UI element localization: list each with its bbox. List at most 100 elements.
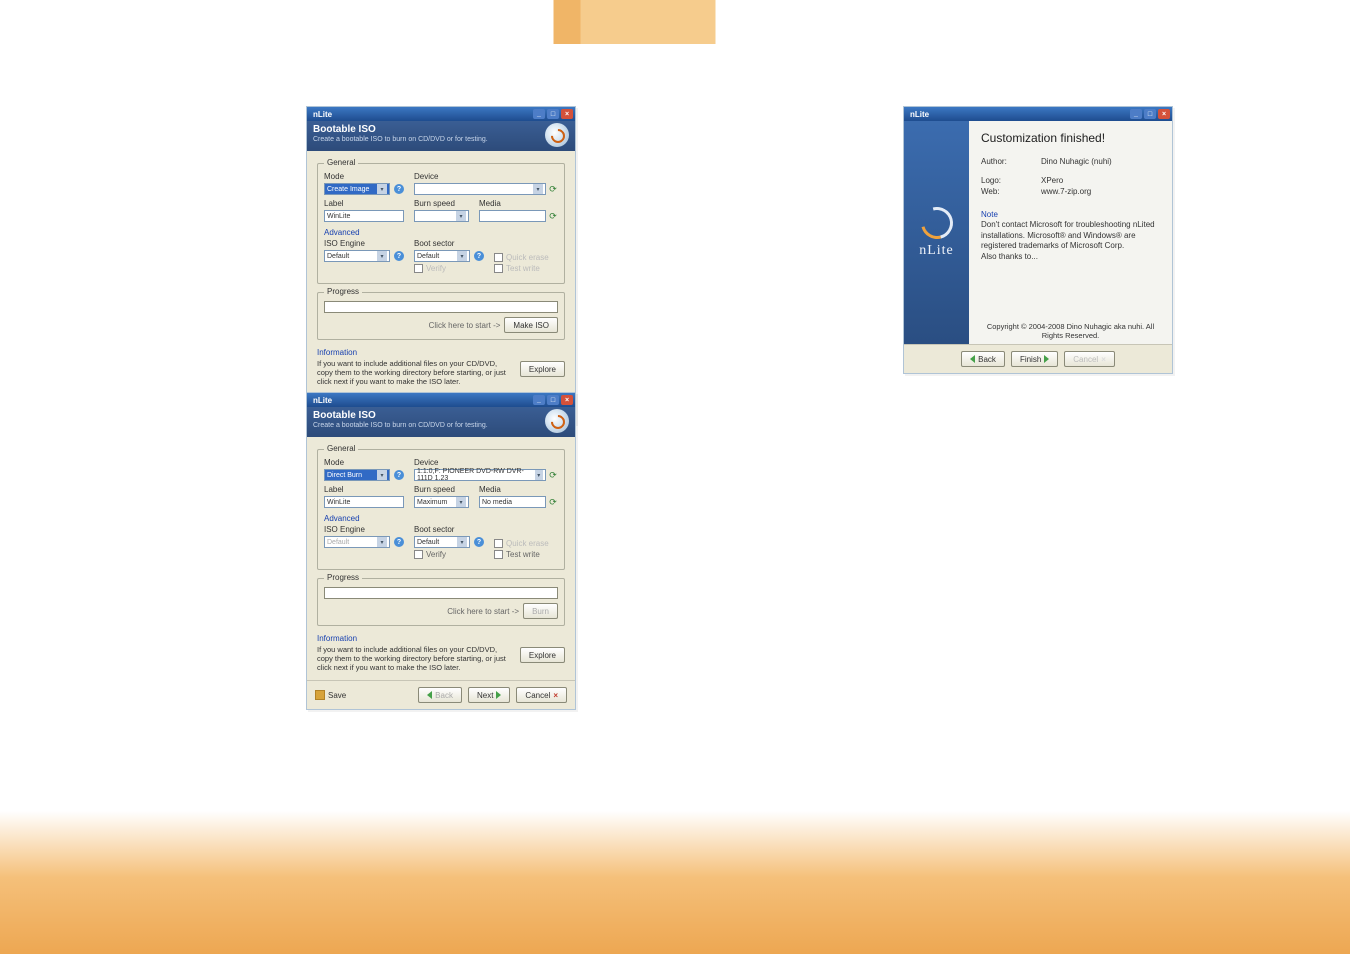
titlebar: nLite _ □ × bbox=[307, 393, 575, 407]
quick-erase-checkbox bbox=[494, 539, 503, 548]
maximize-button[interactable]: □ bbox=[547, 395, 559, 405]
boot-sector-dropdown[interactable]: Default▾ bbox=[414, 536, 470, 548]
help-icon[interactable]: ? bbox=[474, 251, 484, 261]
window-title: nLite bbox=[313, 396, 332, 405]
finish-button[interactable]: Finish bbox=[1011, 351, 1058, 367]
quick-erase-label: Quick erase bbox=[506, 253, 549, 262]
help-icon[interactable]: ? bbox=[394, 470, 404, 480]
information-legend: Information bbox=[317, 634, 565, 643]
burn-speed-dropdown[interactable]: Maximum▾ bbox=[414, 496, 469, 508]
mode-label: Mode bbox=[324, 458, 404, 467]
advanced-legend: Advanced bbox=[324, 228, 558, 237]
explore-button[interactable]: Explore bbox=[520, 361, 565, 377]
information-group: Information If you want to include addit… bbox=[317, 634, 565, 672]
note-heading: Note bbox=[981, 210, 1160, 220]
label-field[interactable]: WinLite bbox=[324, 496, 404, 508]
header-subtitle: Create a bootable ISO to burn on CD/DVD … bbox=[313, 136, 488, 143]
verify-checkbox[interactable] bbox=[414, 550, 423, 559]
help-icon[interactable]: ? bbox=[394, 184, 404, 194]
label-label: Label bbox=[324, 485, 404, 494]
progress-hint: Click here to start -> bbox=[447, 607, 519, 616]
close-button[interactable]: × bbox=[1158, 109, 1170, 119]
progress-hint: Click here to start -> bbox=[429, 321, 501, 330]
next-button[interactable]: Next bbox=[468, 687, 510, 703]
nlite-create-image-window: nLite _ □ × Bootable ISO Create a bootab… bbox=[306, 106, 576, 424]
verify-checkbox bbox=[414, 264, 423, 273]
test-write-checkbox[interactable] bbox=[494, 550, 503, 559]
information-group: Information If you want to include addit… bbox=[317, 348, 565, 386]
progress-group: Progress Click here to start -> Burn bbox=[317, 578, 565, 626]
media-label: Media bbox=[479, 485, 558, 494]
logo-value: XPero bbox=[1041, 176, 1063, 185]
cancel-button[interactable]: Cancel× bbox=[516, 687, 567, 703]
side-banner: nLite bbox=[904, 121, 969, 344]
explore-button[interactable]: Explore bbox=[520, 647, 565, 663]
mode-dropdown[interactable]: Direct Burn▾ bbox=[324, 469, 390, 481]
minimize-button[interactable]: _ bbox=[533, 109, 545, 119]
make-iso-button[interactable]: Make ISO bbox=[504, 317, 558, 333]
refresh-icon[interactable]: ⟳ bbox=[548, 470, 558, 480]
completion-title: Customization finished! bbox=[981, 131, 1160, 145]
test-write-label: Test write bbox=[506, 264, 540, 273]
back-button[interactable]: Back bbox=[961, 351, 1005, 367]
save-icon bbox=[315, 690, 325, 700]
progress-legend: Progress bbox=[324, 287, 362, 296]
minimize-button[interactable]: _ bbox=[1130, 109, 1142, 119]
iso-engine-label: ISO Engine bbox=[324, 525, 404, 534]
maximize-button[interactable]: □ bbox=[547, 109, 559, 119]
information-text: If you want to include additional files … bbox=[317, 359, 514, 386]
verify-label: Verify bbox=[426, 264, 446, 273]
titlebar: nLite _ □ × bbox=[904, 107, 1172, 121]
web-value: www.7-zip.org bbox=[1041, 187, 1091, 196]
device-label: Device bbox=[414, 458, 558, 467]
save-button[interactable]: Save bbox=[328, 691, 346, 700]
burn-speed-dropdown[interactable]: ▾ bbox=[414, 210, 469, 222]
media-label: Media bbox=[479, 199, 558, 208]
iso-engine-label: ISO Engine bbox=[324, 239, 404, 248]
media-field: No media bbox=[479, 496, 546, 508]
top-decorative-band bbox=[0, 0, 1350, 44]
refresh-icon[interactable]: ⟳ bbox=[548, 184, 558, 194]
iso-engine-dropdown: Default▾ bbox=[324, 536, 390, 548]
help-icon[interactable]: ? bbox=[394, 251, 404, 261]
label-label: Label bbox=[324, 199, 404, 208]
author-value: Dino Nuhagic (nuhi) bbox=[1041, 157, 1112, 166]
general-legend: General bbox=[324, 444, 358, 453]
close-button[interactable]: × bbox=[561, 395, 573, 405]
information-legend: Information bbox=[317, 348, 565, 357]
minimize-button[interactable]: _ bbox=[533, 395, 545, 405]
progress-bar bbox=[324, 587, 558, 599]
general-group: General Mode Create Image▾ ? Device ▾ ⟳ bbox=[317, 163, 565, 284]
media-field bbox=[479, 210, 546, 222]
header-icon bbox=[545, 409, 569, 433]
device-dropdown[interactable]: 1:1:0,F: PIONEER DVD-RW DVR-111D 1.23▾ bbox=[414, 469, 546, 481]
cancel-button: Cancel× bbox=[1064, 351, 1115, 367]
progress-bar bbox=[324, 301, 558, 313]
refresh-media-icon[interactable]: ⟳ bbox=[548, 497, 558, 507]
header-icon bbox=[545, 123, 569, 147]
boot-sector-dropdown[interactable]: Default▾ bbox=[414, 250, 470, 262]
device-dropdown[interactable]: ▾ bbox=[414, 183, 546, 195]
label-field[interactable]: WinLite bbox=[324, 210, 404, 222]
help-icon[interactable]: ? bbox=[474, 537, 484, 547]
header-subtitle: Create a bootable ISO to burn on CD/DVD … bbox=[313, 422, 488, 429]
burn-button: Burn bbox=[523, 603, 558, 619]
nlite-logo-icon bbox=[915, 201, 959, 245]
header-bar: Bootable ISO Create a bootable ISO to bu… bbox=[307, 407, 575, 437]
refresh-media-icon[interactable]: ⟳ bbox=[548, 211, 558, 221]
burn-speed-label: Burn speed bbox=[414, 485, 469, 494]
maximize-button[interactable]: □ bbox=[1144, 109, 1156, 119]
verify-label: Verify bbox=[426, 550, 446, 559]
test-write-checkbox bbox=[494, 264, 503, 273]
nlite-finished-window: nLite _ □ × nLite Customization finished… bbox=[903, 106, 1173, 374]
mode-dropdown[interactable]: Create Image▾ bbox=[324, 183, 390, 195]
close-button[interactable]: × bbox=[561, 109, 573, 119]
boot-sector-label: Boot sector bbox=[414, 525, 484, 534]
iso-engine-dropdown[interactable]: Default▾ bbox=[324, 250, 390, 262]
help-icon[interactable]: ? bbox=[394, 537, 404, 547]
footer-bar: Back Finish Cancel× bbox=[904, 344, 1172, 373]
nlite-logo-text: nLite bbox=[919, 243, 954, 259]
burn-speed-label: Burn speed bbox=[414, 199, 469, 208]
window-title: nLite bbox=[313, 110, 332, 119]
nlite-direct-burn-window: nLite _ □ × Bootable ISO Create a bootab… bbox=[306, 392, 576, 710]
